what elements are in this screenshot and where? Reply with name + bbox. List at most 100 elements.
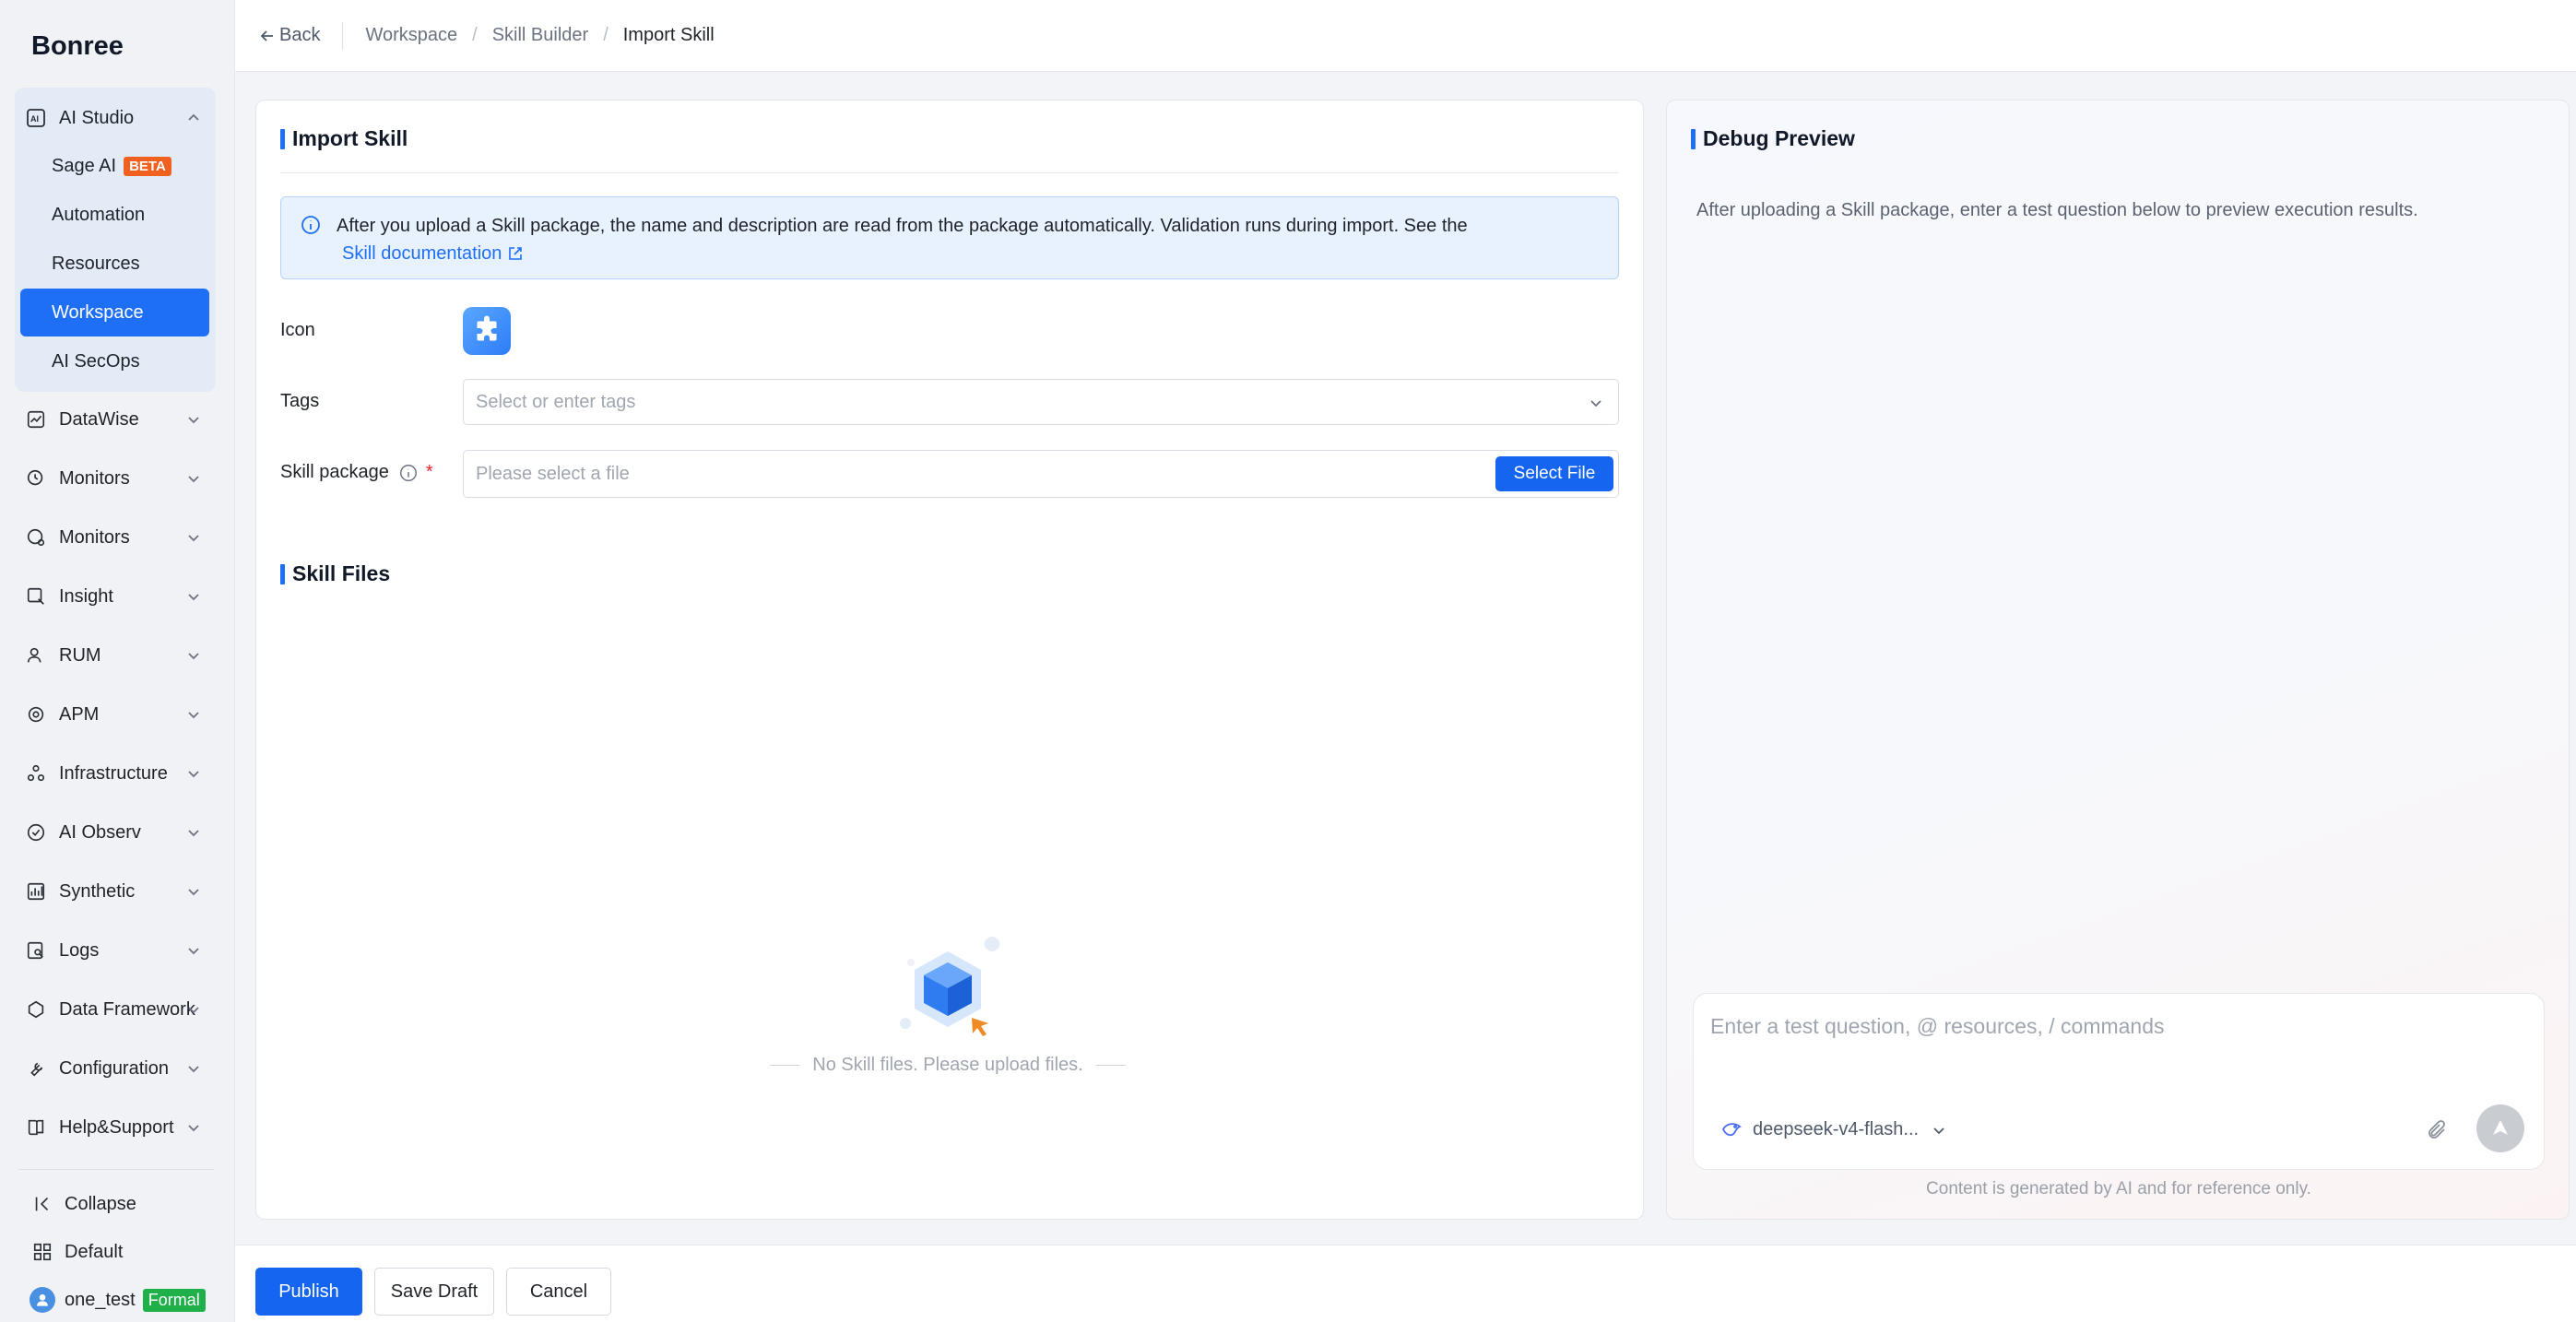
ai-disclaimer: Content is generated by AI and for refer… (1926, 1179, 2311, 1198)
dash (1095, 1065, 1126, 1066)
collapse-label: Collapse (65, 1193, 136, 1214)
attachment-icon[interactable] (2426, 1119, 2448, 1141)
nav-configuration[interactable]: Configuration (15, 1045, 216, 1092)
svg-text:AI: AI (30, 114, 39, 124)
title-text: Skill Files (292, 561, 391, 585)
nav-label: APM (59, 703, 100, 725)
monitor-alt-icon (24, 525, 48, 549)
nav-label: Data Framework (59, 998, 195, 1020)
help-info-icon[interactable] (398, 463, 419, 483)
nav-synthetic[interactable]: Synthetic (15, 868, 216, 915)
nav-automation[interactable]: Automation (20, 191, 209, 239)
user-name: one_test (65, 1289, 136, 1310)
arrow-left-icon (260, 30, 273, 41)
skill-package-field[interactable]: Please select a file Select File (463, 450, 1619, 498)
model-select[interactable]: deepseek-v4-flash... (1721, 1119, 1956, 1140)
import-skill-title: Import Skill (280, 126, 408, 151)
insight-icon (24, 584, 48, 608)
breadcrumb-import-skill: Import Skill (622, 25, 715, 45)
empty-message: No Skill files. Please upload files. (717, 1055, 1178, 1076)
nav-ai-studio[interactable]: AI AI Studio (15, 94, 216, 142)
user-menu[interactable]: one_test Formal (30, 1281, 206, 1318)
nav-apm[interactable]: APM (15, 691, 216, 738)
logs-icon (24, 938, 48, 962)
title-accent (1691, 128, 1696, 149)
breadcrumb-workspace[interactable]: Workspace (365, 25, 457, 46)
default-workspace-button[interactable]: Default (30, 1233, 123, 1270)
nav-label: AI SecOps (52, 350, 140, 372)
title-accent (280, 128, 285, 149)
collapse-button[interactable]: Collapse (30, 1186, 136, 1222)
nav-label: Workspace (52, 301, 144, 323)
cancel-button[interactable]: Cancel (506, 1268, 611, 1316)
nav-infrastructure[interactable]: Infrastructure (15, 750, 216, 797)
required-marker: * (425, 462, 433, 482)
back-button[interactable]: Back (259, 25, 320, 46)
tags-select[interactable]: Select or enter tags (463, 379, 1619, 425)
chevron-down-icon (188, 417, 199, 424)
skill-package-label: Skill package * (280, 462, 433, 483)
nav-datawise[interactable]: DataWise (15, 395, 216, 443)
nav-workspace[interactable]: Workspace (20, 289, 209, 336)
nav-sage-ai[interactable]: Sage AI BETA (20, 142, 209, 190)
book-icon (24, 1115, 48, 1139)
nav-label: Synthetic (59, 880, 136, 902)
nav-resources[interactable]: Resources (20, 240, 209, 288)
tags-placeholder: Select or enter tags (476, 391, 636, 412)
breadcrumb-skill-builder[interactable]: Skill Builder (492, 25, 588, 46)
chevron-down-icon (188, 1066, 199, 1073)
send-button[interactable] (2476, 1104, 2524, 1152)
link-label: Skill documentation (342, 243, 502, 264)
chevron-down-icon (1590, 400, 1601, 407)
model-name: deepseek-v4-flash... (1753, 1119, 1920, 1139)
nav-data-framework[interactable]: Data Framework (15, 986, 216, 1033)
empty-text: No Skill files. Please upload files. (812, 1055, 1083, 1075)
nav-insight[interactable]: Insight (15, 572, 216, 620)
title-divider (280, 172, 1619, 173)
skill-files-title: Skill Files (280, 561, 390, 586)
title-accent (280, 563, 285, 584)
nav-ai-observ[interactable]: AI Observ (15, 809, 216, 856)
nav-rum[interactable]: RUM (15, 631, 216, 679)
chevron-down-icon (188, 830, 199, 837)
nav-monitors-2[interactable]: Monitors (15, 513, 216, 561)
nav-label: Resources (52, 253, 140, 274)
nav-ai-secops[interactable]: AI SecOps (20, 337, 209, 385)
empty-box-icon (900, 937, 999, 1036)
nav-label: Logs (59, 939, 100, 961)
chevron-down-icon (188, 771, 199, 778)
user-icon (24, 643, 48, 667)
top-bar: Back Workspace / Skill Builder / Import … (235, 0, 2576, 72)
sidebar: Bonree AI AI Studio Sage AI BETA Automat… (0, 0, 235, 1322)
chevron-down-icon (188, 535, 199, 542)
nav-logs[interactable]: Logs (15, 927, 216, 974)
info-icon (301, 216, 320, 234)
chevron-up-icon (188, 113, 199, 121)
synthetic-icon (24, 879, 48, 903)
model-logo-icon (1721, 1122, 1742, 1136)
info-alert: After you upload a Skill package, the na… (280, 196, 1619, 279)
debug-hint: After uploading a Skill package, enter a… (1696, 200, 2418, 220)
info-text: After you upload a Skill package, the na… (337, 216, 1468, 236)
chevron-down-icon (188, 1125, 199, 1132)
skill-icon-picker[interactable] (463, 307, 511, 355)
chat-composer: Enter a test question, @ resources, / co… (1693, 993, 2545, 1170)
nav-help-support[interactable]: Help&Support (15, 1104, 216, 1151)
select-file-button[interactable]: Select File (1495, 456, 1613, 491)
grid-icon (30, 1239, 55, 1265)
chart-icon (24, 407, 48, 431)
debug-preview-panel: Debug Preview After uploading a Skill pa… (1666, 100, 2570, 1220)
skill-documentation-link[interactable]: Skill documentation (342, 240, 524, 267)
infrastructure-icon (24, 761, 48, 785)
puzzle-icon (477, 315, 497, 341)
nav-label: RUM (59, 644, 101, 666)
send-arrow-icon (2493, 1120, 2508, 1135)
test-question-input[interactable]: Enter a test question, @ resources, / co… (1710, 1014, 2165, 1039)
publish-button[interactable]: Publish (255, 1268, 362, 1316)
nav-monitors[interactable]: Monitors (15, 454, 216, 502)
tags-label: Tags (280, 391, 320, 411)
chevron-down-icon (188, 1007, 199, 1014)
save-draft-button[interactable]: Save Draft (374, 1268, 494, 1316)
back-label: Back (279, 25, 321, 45)
apm-icon (24, 702, 48, 726)
